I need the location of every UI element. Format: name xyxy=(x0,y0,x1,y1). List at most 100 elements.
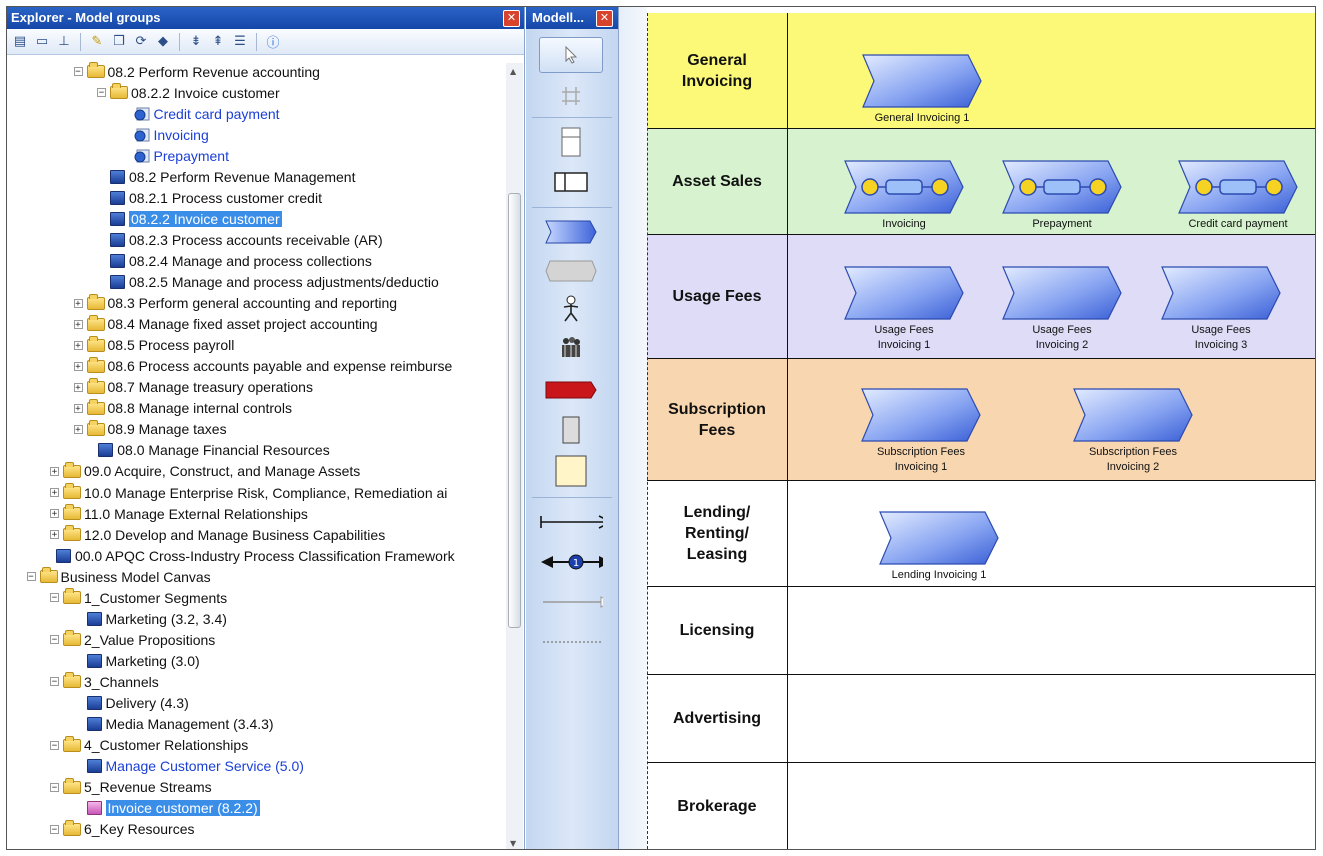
tree-node[interactable]: +11.0 Manage External Relationships xyxy=(50,503,308,524)
tree-node[interactable]: − 08.2 Perform Revenue accounting xyxy=(73,61,320,82)
database-icon[interactable]: ▤ xyxy=(10,32,30,52)
collapse-icon[interactable]: ⇞ xyxy=(208,32,228,52)
tree-node[interactable]: Invoice customer (8.2.2) xyxy=(86,798,260,819)
process-shape[interactable] xyxy=(879,511,999,565)
collapse-icon[interactable]: − xyxy=(50,593,59,603)
tree-node[interactable]: − Business Model Canvas xyxy=(26,566,211,587)
expand-icon[interactable]: + xyxy=(50,530,59,540)
tree-node[interactable]: 08.2.1 Process customer credit xyxy=(110,187,322,208)
tree-node[interactable]: +08.4 Manage fixed asset project account… xyxy=(73,314,378,335)
tree-node[interactable]: +09.0 Acquire, Construct, and Manage Ass… xyxy=(50,461,360,482)
process-shape[interactable] xyxy=(1073,388,1193,442)
tree-node[interactable]: +08.6 Process accounts payable and expen… xyxy=(73,356,452,377)
grid-tool[interactable] xyxy=(539,79,603,113)
expand-icon[interactable]: + xyxy=(73,340,83,350)
person-tool[interactable] xyxy=(539,292,603,326)
group-tool[interactable] xyxy=(539,330,603,364)
collapse-icon[interactable]: − xyxy=(50,635,59,645)
tree-node[interactable]: Prepayment xyxy=(134,145,229,166)
expand-icon[interactable]: ⇟ xyxy=(186,32,206,52)
collapse-icon[interactable]: − xyxy=(50,677,59,687)
collapse-icon[interactable]: − xyxy=(50,740,59,750)
tree-node[interactable]: − 6_Key Resources xyxy=(50,819,195,840)
swimlane[interactable]: Brokerage xyxy=(647,762,1315,849)
tree-node[interactable]: +08.7 Manage treasury operations xyxy=(73,377,313,398)
expand-icon[interactable]: + xyxy=(50,466,59,476)
expand-icon[interactable]: + xyxy=(73,361,83,371)
tree-node[interactable]: − 08.2.2 Invoice customer xyxy=(97,82,280,103)
tree-node[interactable]: Credit card payment xyxy=(134,103,280,124)
collapse-icon[interactable]: − xyxy=(26,572,36,582)
tree-node[interactable]: Manage Customer Service (5.0) xyxy=(86,756,304,777)
pencil-icon[interactable]: ✎ xyxy=(87,32,107,52)
process-shape[interactable] xyxy=(861,388,981,442)
tree-node[interactable]: 08.2.2 Invoice customer xyxy=(110,208,282,229)
tree-node[interactable]: 08.2 Perform Revenue Management xyxy=(110,166,355,187)
tree-node[interactable]: +08.8 Manage internal controls xyxy=(73,398,292,419)
connector-tool[interactable] xyxy=(539,505,603,539)
tree-node[interactable]: +08.5 Process payroll xyxy=(73,335,234,356)
grey-process-tool[interactable] xyxy=(539,254,603,288)
vertical-lane-tool[interactable] xyxy=(539,165,603,199)
expand-icon[interactable]: + xyxy=(73,298,83,308)
expand-icon[interactable]: + xyxy=(73,424,83,434)
tree-node[interactable]: 08.2.5 Manage and process adjustments/de… xyxy=(110,272,439,293)
window-icon[interactable]: ▭ xyxy=(32,32,52,52)
process-shape[interactable] xyxy=(844,266,964,320)
tree-node[interactable]: Marketing (3.2, 3.4) xyxy=(86,608,227,629)
tree-node[interactable]: +08.3 Perform general accounting and rep… xyxy=(73,293,397,314)
tree-node[interactable]: − 3_Channels xyxy=(50,671,159,692)
hierarchy-icon[interactable]: ⊥ xyxy=(54,32,74,52)
tree-node[interactable]: 08.0 Manage Financial Resources xyxy=(98,440,330,461)
diamond-icon[interactable]: ◆ xyxy=(153,32,173,52)
properties-icon[interactable]: ❒ xyxy=(109,32,129,52)
pointer-tool[interactable] xyxy=(539,37,603,73)
scroll-down-icon[interactable]: ▼ xyxy=(510,839,516,848)
tree-node[interactable]: − 1_Customer Segments xyxy=(50,587,227,608)
tree-node[interactable]: +12.0 Develop and Manage Business Capabi… xyxy=(50,524,385,545)
document-tool[interactable] xyxy=(539,413,603,447)
explorer-scrollbar[interactable]: ▲ ▼ xyxy=(506,63,523,849)
red-event-tool[interactable] xyxy=(539,373,603,407)
refresh-icon[interactable]: ⟳ xyxy=(131,32,151,52)
collapse-icon[interactable]: − xyxy=(97,88,106,98)
process-shape[interactable] xyxy=(1178,160,1298,214)
dotted-line-tool[interactable] xyxy=(539,625,603,659)
tree-node[interactable]: − 2_Value Propositions xyxy=(50,629,215,650)
expand-icon[interactable]: + xyxy=(73,319,83,329)
scroll-thumb[interactable] xyxy=(508,193,521,628)
tree-node[interactable]: Media Management (3.4.3) xyxy=(86,714,274,735)
tree-node[interactable]: − 5_Revenue Streams xyxy=(50,777,212,798)
swimlane[interactable]: Advertising xyxy=(647,674,1315,762)
process-shape[interactable] xyxy=(844,160,964,214)
association-tool[interactable] xyxy=(539,585,603,619)
collapse-icon[interactable]: − xyxy=(50,782,59,792)
swimlane[interactable]: Licensing xyxy=(647,586,1315,674)
tree-node[interactable]: Delivery (4.3) xyxy=(86,693,189,714)
tree-node[interactable]: 08.2.3 Process accounts receivable (AR) xyxy=(110,229,383,250)
process-shape[interactable] xyxy=(1161,266,1281,320)
collapse-icon[interactable]: − xyxy=(50,824,59,834)
scroll-up-icon[interactable]: ▲ xyxy=(510,67,516,76)
diagram-canvas[interactable]: General Invoicing Asset Sales Usage Fees Su… xyxy=(647,13,1315,849)
expand-icon[interactable]: + xyxy=(50,509,59,519)
message-flow-tool[interactable]: 1 xyxy=(539,545,603,579)
help-icon[interactable]: ⓘ xyxy=(263,32,283,52)
tree-node[interactable]: − 4_Customer Relationships xyxy=(50,735,248,756)
tree-node[interactable]: 00.0 APQC Cross-Industry Process Classif… xyxy=(55,545,455,566)
horizontal-lane-tool[interactable] xyxy=(539,125,603,159)
collapse-icon[interactable]: − xyxy=(73,67,83,77)
process-shape-tool[interactable] xyxy=(539,215,603,249)
expand-icon[interactable]: + xyxy=(50,488,59,498)
process-shape[interactable] xyxy=(1002,266,1122,320)
process-shape[interactable] xyxy=(862,54,982,108)
panel-splitter[interactable] xyxy=(619,7,647,849)
process-shape[interactable] xyxy=(1002,160,1122,214)
list-icon[interactable]: ☰ xyxy=(230,32,250,52)
tree-node[interactable]: Invoicing xyxy=(134,124,209,145)
note-tool[interactable] xyxy=(539,454,603,488)
explorer-close-icon[interactable]: ✕ xyxy=(503,10,520,27)
expand-icon[interactable]: + xyxy=(73,382,83,392)
tree-node[interactable]: Marketing (3.0) xyxy=(86,650,200,671)
toolbox-close-icon[interactable]: ✕ xyxy=(596,10,613,27)
